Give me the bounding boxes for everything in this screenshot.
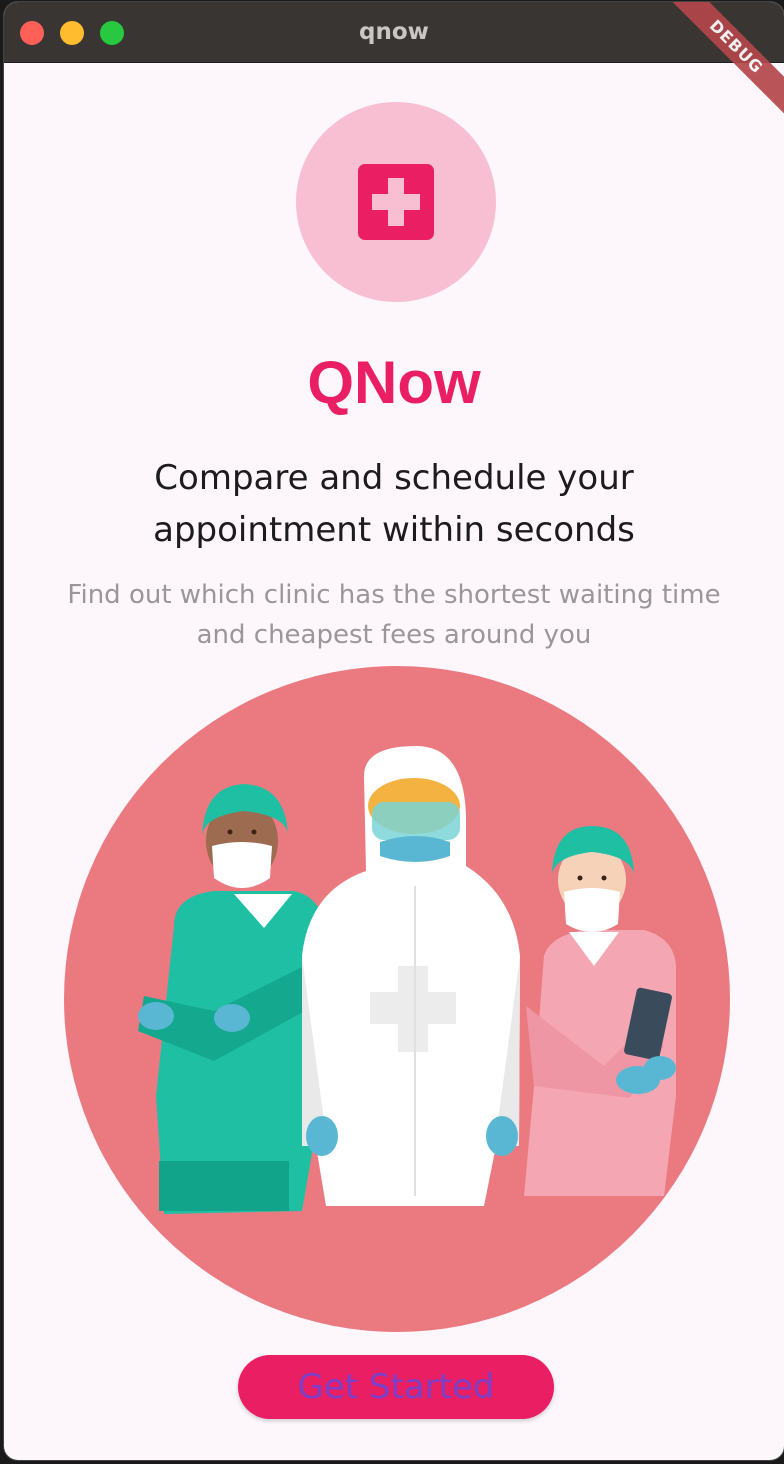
app-window: qnow DEBUG QNow Compare and schedule you… (4, 2, 784, 1460)
medical-cross-icon (358, 164, 434, 240)
app-logo (296, 102, 496, 302)
app-title: QNow (307, 349, 481, 416)
headline: Compare and schedule your appointment wi… (153, 458, 635, 550)
title-bar: qnow (4, 2, 784, 63)
medical-staff-illustration (64, 666, 730, 1332)
subheadline: Find out which clinic has the shortest w… (67, 580, 721, 650)
get-started-button[interactable]: Get Started (238, 1355, 554, 1419)
window-title: qnow (359, 19, 429, 45)
